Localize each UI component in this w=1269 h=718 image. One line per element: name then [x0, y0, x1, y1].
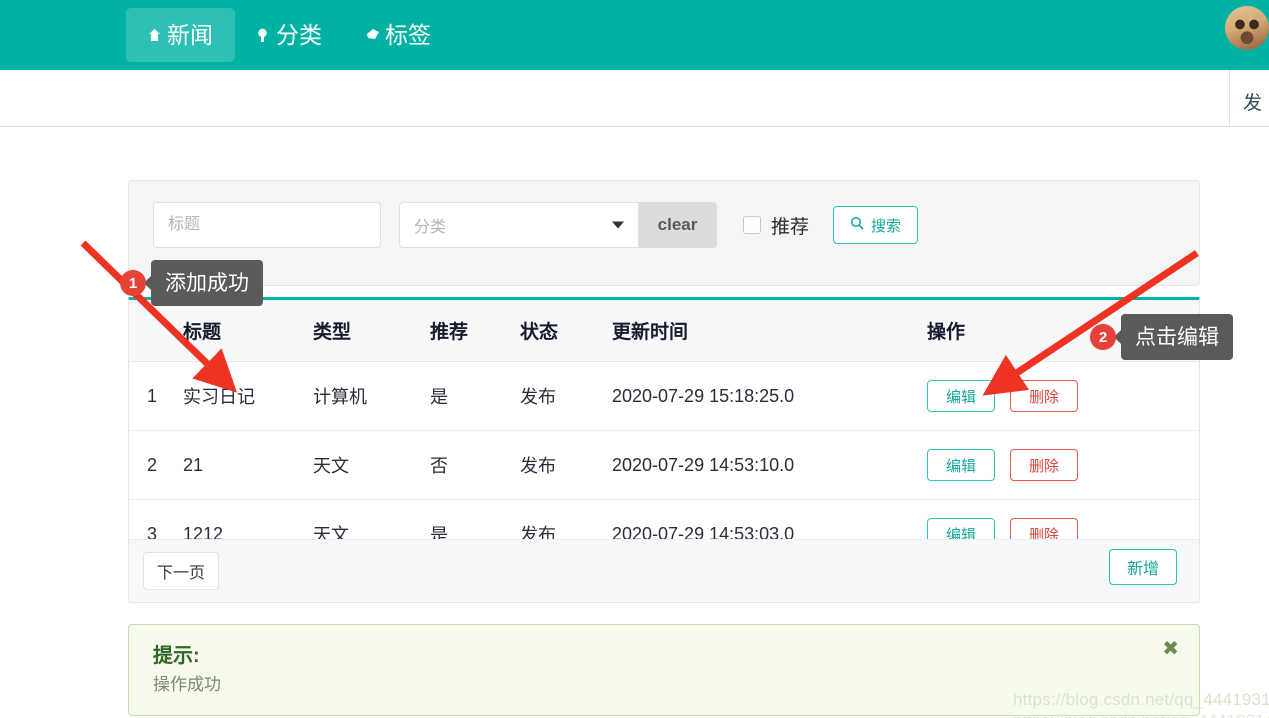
add-button[interactable]: 新增 — [1109, 549, 1177, 585]
table-head: 标题 类型 推荐 状态 更新时间 操作 — [129, 300, 1199, 362]
nav-item-tag[interactable]: 标签 — [344, 8, 453, 62]
annotation-callout-2: 2 点击编辑 — [1090, 314, 1233, 360]
table-row: 2 21 天文 否 发布 2020-07-29 14:53:10.0 编辑 删除 — [129, 430, 1199, 500]
table-row: 1 实习日记 计算机 是 发布 2020-07-29 15:18:25.0 编辑… — [129, 361, 1199, 431]
page-root: 新闻 分类 标签 发 标题 分类 clear 推荐 搜索 标题 类型 推荐 状态… — [0, 0, 1269, 718]
cell-updated: 2020-07-29 15:18:25.0 — [612, 361, 927, 431]
recommend-filter: 推荐 — [743, 212, 809, 239]
edit-button[interactable]: 编辑 — [927, 380, 995, 412]
home-icon — [148, 28, 161, 43]
search-button-label: 搜索 — [871, 217, 902, 235]
sub-header-bar — [0, 70, 1269, 127]
cell-type: 天文 — [313, 430, 430, 500]
delete-button[interactable]: 删除 — [1010, 449, 1079, 481]
column-header-title: 标题 — [183, 300, 313, 362]
cell-type: 计算机 — [313, 361, 430, 431]
alert-message: 操作成功 — [153, 675, 221, 694]
close-icon[interactable]: ✖ — [1162, 639, 1179, 659]
recommend-label: 推荐 — [771, 216, 810, 238]
sub-header-divider — [1229, 70, 1230, 127]
clear-button[interactable]: clear — [639, 202, 717, 248]
tag-icon — [366, 28, 379, 43]
table-footer: 下一页 新增 — [129, 539, 1199, 602]
news-table-card: 标题 类型 推荐 状态 更新时间 操作 1 实习日记 计算机 是 发布 2020… — [128, 297, 1200, 603]
nav-item-tag-label: 标签 — [385, 22, 431, 48]
next-page-button[interactable]: 下一页 — [143, 552, 219, 590]
alert-title: 提示: — [153, 645, 200, 667]
category-select-value: 分类 — [414, 219, 447, 236]
nav-item-news-label: 新闻 — [167, 22, 213, 48]
annotation-text-2: 点击编辑 — [1121, 314, 1233, 360]
cell-state: 发布 — [520, 361, 612, 431]
cell-recommend: 否 — [430, 430, 520, 500]
nav-item-category[interactable]: 分类 — [235, 8, 344, 62]
edit-button[interactable]: 编辑 — [927, 449, 995, 481]
annotation-badge-1: 1 — [120, 270, 146, 296]
cell-operation: 编辑 删除 — [927, 430, 1199, 500]
watermark-line-1: https://blog.csdn.net/qq_44419314 — [1013, 690, 1269, 709]
cell-index: 1 — [129, 361, 183, 431]
search-button[interactable]: 搜索 — [833, 206, 919, 244]
sub-header-label[interactable]: 发 — [1243, 88, 1262, 115]
column-header-updated: 更新时间 — [612, 300, 927, 362]
chevron-down-icon — [612, 221, 624, 229]
magnifier-icon — [850, 216, 864, 234]
delete-button[interactable]: 删除 — [1010, 380, 1079, 412]
category-select[interactable]: 分类 — [399, 202, 639, 248]
nav-item-news[interactable]: 新闻 — [126, 8, 235, 62]
column-header-state: 状态 — [520, 300, 612, 362]
cell-updated: 2020-07-29 14:53:10.0 — [612, 430, 927, 500]
cell-state: 发布 — [520, 430, 612, 500]
annotation-callout-1: 1 添加成功 — [120, 260, 263, 306]
nav-items: 新闻 分类 标签 — [126, 8, 453, 62]
column-header-index — [129, 300, 183, 362]
annotation-badge-2: 2 — [1090, 324, 1116, 350]
news-table: 标题 类型 推荐 状态 更新时间 操作 1 实习日记 计算机 是 发布 2020… — [129, 300, 1199, 569]
cell-title: 实习日记 — [183, 361, 313, 431]
avatar[interactable] — [1225, 6, 1269, 50]
watermark-line-2: https://blog.csdn.net/qq_44419314 — [1013, 711, 1269, 718]
column-header-type: 类型 — [313, 300, 430, 362]
filter-panel: 分类 clear 推荐 搜索 — [128, 180, 1200, 286]
title-search-input[interactable] — [153, 202, 381, 248]
cell-title: 21 — [183, 430, 313, 500]
table-header-row: 标题 类型 推荐 状态 更新时间 操作 — [129, 300, 1199, 362]
cell-index: 2 — [129, 430, 183, 500]
filter-row: 分类 clear 推荐 搜索 — [153, 202, 919, 248]
category-select-group: 分类 clear — [399, 202, 717, 248]
cell-recommend: 是 — [430, 361, 520, 431]
top-navbar: 新闻 分类 标签 — [0, 0, 1269, 70]
nav-item-category-label: 分类 — [276, 22, 322, 48]
table-body: 1 实习日记 计算机 是 发布 2020-07-29 15:18:25.0 编辑… — [129, 361, 1199, 569]
cell-operation: 编辑 删除 — [927, 361, 1199, 431]
column-header-recommend: 推荐 — [430, 300, 520, 362]
lightbulb-icon — [257, 28, 270, 43]
recommend-checkbox[interactable] — [743, 216, 761, 234]
annotation-text-1: 添加成功 — [151, 260, 263, 306]
